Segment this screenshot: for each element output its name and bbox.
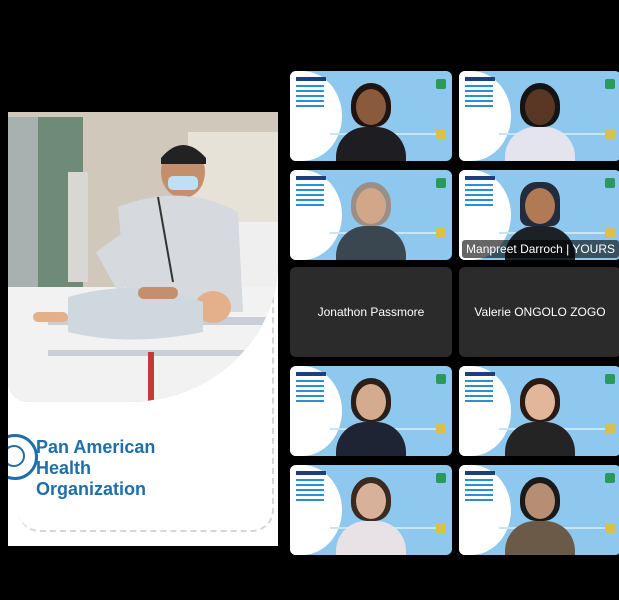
participant-video bbox=[331, 372, 411, 456]
participant-video bbox=[500, 372, 580, 456]
participant-tile-10[interactable] bbox=[459, 465, 619, 555]
participant-tile-8[interactable] bbox=[459, 366, 619, 456]
org-line-3: Organization bbox=[36, 479, 147, 499]
participant-name: Jonathon Passmore bbox=[317, 305, 425, 319]
participant-tile-3[interactable] bbox=[290, 170, 452, 260]
participant-video bbox=[331, 77, 411, 161]
participant-tile-7[interactable] bbox=[290, 366, 452, 456]
participant-tile-2[interactable] bbox=[459, 71, 619, 161]
participant-tile-9[interactable] bbox=[290, 465, 452, 555]
participant-video bbox=[331, 176, 411, 260]
participant-tile-4[interactable]: Manpreet Darroch | YOURS bbox=[459, 170, 619, 260]
participant-name-label: Manpreet Darroch | YOURS bbox=[462, 240, 619, 258]
participant-video bbox=[500, 471, 580, 555]
participant-tile-1[interactable] bbox=[290, 71, 452, 161]
org-line-2: Health bbox=[36, 458, 92, 478]
participant-video bbox=[331, 471, 411, 555]
shared-slide: Pan American Health Organization bbox=[8, 112, 278, 546]
org-line-1: Pan American bbox=[36, 437, 156, 457]
organization-name: Pan American Health Organization bbox=[36, 437, 256, 500]
participant-tile-6[interactable]: Valerie ONGOLO ZOGO bbox=[459, 267, 619, 357]
participant-video bbox=[500, 77, 580, 161]
participant-tile-5[interactable]: Jonathon Passmore bbox=[290, 267, 452, 357]
participant-name: Valerie ONGOLO ZOGO bbox=[474, 305, 606, 319]
